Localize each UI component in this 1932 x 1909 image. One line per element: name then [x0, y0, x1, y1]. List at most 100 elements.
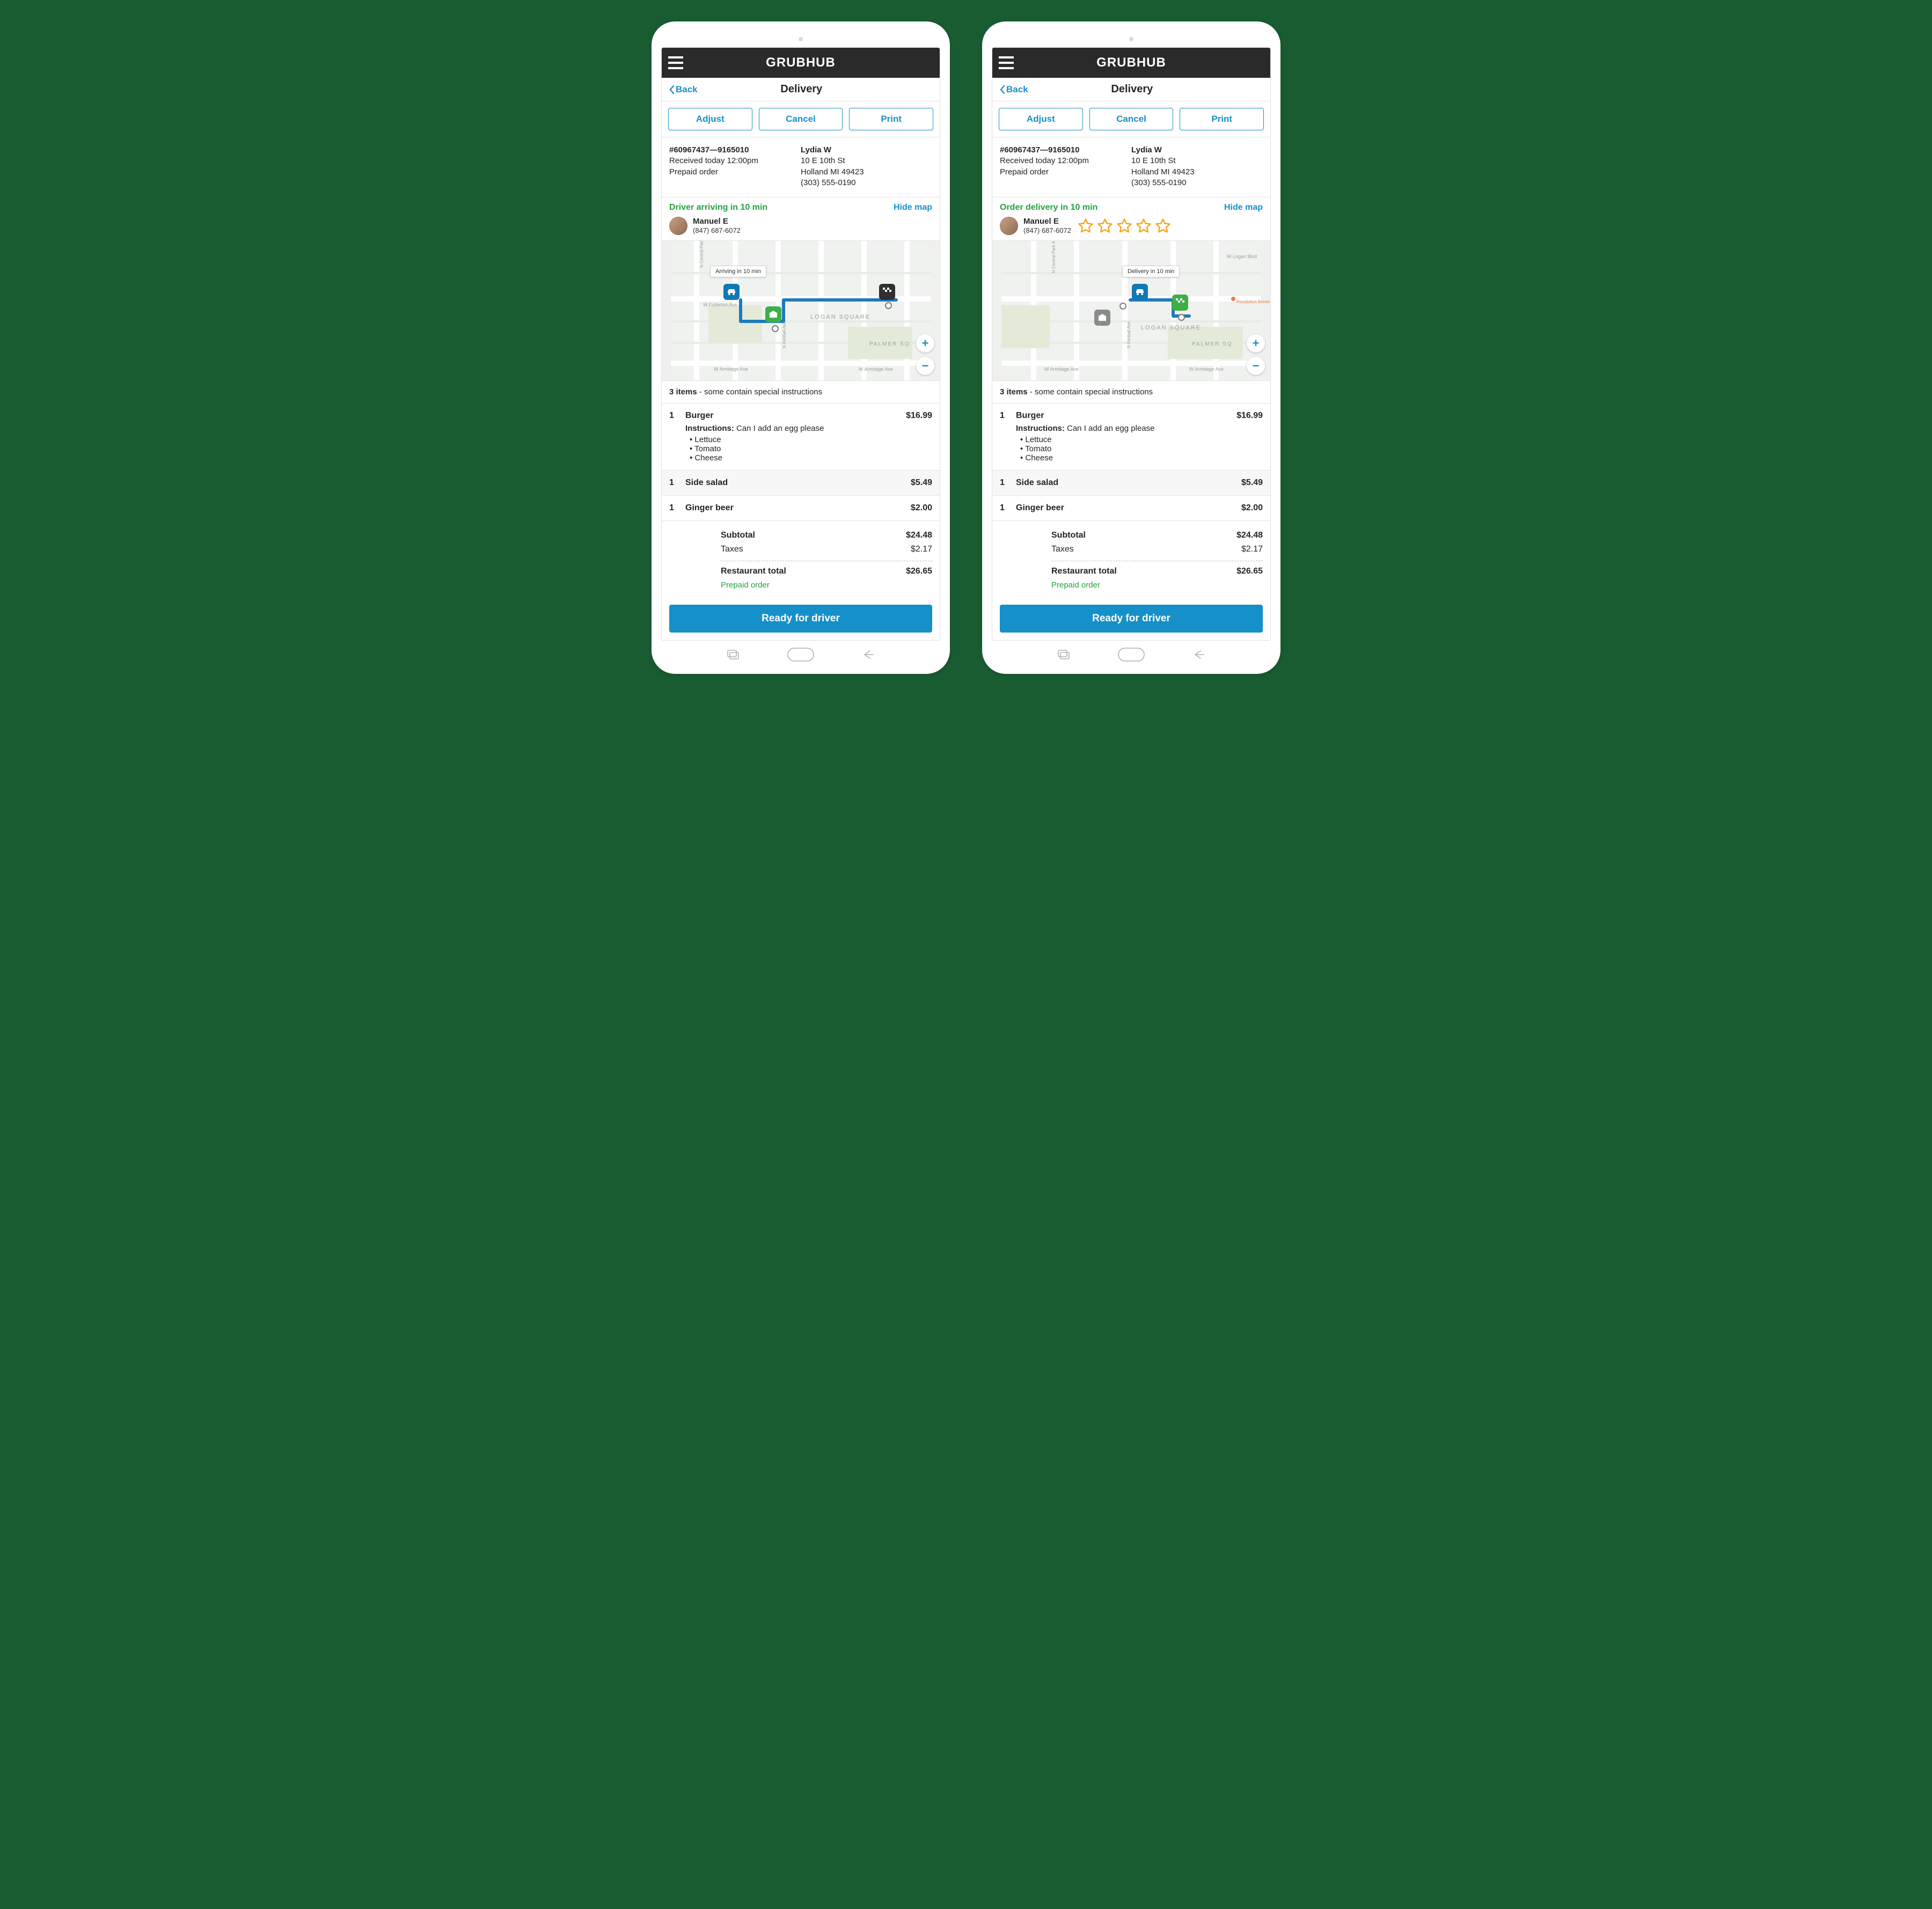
action-row: Adjust Cancel Print	[992, 101, 1270, 137]
subtotal-value: $24.48	[1236, 531, 1263, 540]
item-qty: 1	[1000, 503, 1016, 513]
hide-map-link[interactable]: Hide map	[1224, 203, 1263, 212]
star-icon[interactable]	[1155, 218, 1171, 234]
svg-text:N Central Park Ave: N Central Park Ave	[1051, 241, 1056, 273]
svg-text:Revolution Brewing: Revolution Brewing	[1236, 299, 1270, 304]
item-option: Lettuce	[690, 435, 906, 444]
home-icon[interactable]	[787, 648, 814, 662]
prepaid-note: Prepaid order	[721, 581, 932, 590]
route-dot	[885, 302, 892, 309]
item-qty: 1	[1000, 411, 1016, 462]
action-row: Adjust Cancel Print	[662, 101, 940, 137]
item-row: 1 Ginger beer $2.00	[992, 496, 1270, 521]
items-count: 3 items	[669, 387, 697, 397]
address-line1: 10 E 10th St	[801, 156, 932, 166]
svg-text:LOGAN SQUARE: LOGAN SQUARE	[810, 314, 870, 320]
print-button[interactable]: Print	[1180, 108, 1264, 130]
phone-left: GRUBHUB Back Delivery Adjust Cancel Prin…	[652, 21, 950, 674]
restaurant-total-value: $26.65	[1236, 567, 1263, 576]
screen-left: GRUBHUB Back Delivery Adjust Cancel Prin…	[661, 47, 940, 641]
zoom-in-button[interactable]: +	[916, 334, 934, 353]
item-row: 1 Side salad $5.49	[992, 471, 1270, 496]
car-marker-icon	[1132, 284, 1148, 300]
customer-phone: (303) 555-0190	[1131, 178, 1263, 188]
item-name: Burger	[685, 411, 906, 421]
item-row: 1 Side salad $5.49	[662, 471, 940, 496]
svg-text:N Kimball Ave: N Kimball Ave	[1126, 321, 1131, 348]
taxes-label: Taxes	[1051, 545, 1074, 554]
rating-stars[interactable]	[1078, 218, 1171, 234]
recents-icon[interactable]	[727, 650, 739, 659]
cancel-button[interactable]: Cancel	[1089, 108, 1174, 130]
phone-speaker	[661, 31, 940, 47]
adjust-button[interactable]: Adjust	[668, 108, 752, 130]
status-row: Order delivery in 10 min Hide map	[992, 197, 1270, 216]
item-price: $2.00	[911, 503, 932, 513]
customer-name: Lydia W	[801, 145, 932, 156]
taxes-value: $2.17	[911, 545, 932, 554]
route-dot	[1119, 303, 1126, 310]
print-button[interactable]: Print	[849, 108, 933, 130]
home-icon[interactable]	[1118, 648, 1145, 662]
driver-name: Manuel E	[1023, 217, 1071, 226]
order-header: #60967437—9165010 Received today 12:00pm…	[662, 137, 940, 197]
svg-text:W Armitage Ave: W Armitage Ave	[714, 366, 748, 372]
map-tooltip: Delivery in 10 min	[1122, 266, 1180, 277]
instructions-label: Instructions:	[1016, 424, 1065, 433]
ready-for-driver-button[interactable]: Ready for driver	[669, 605, 932, 633]
svg-text:N Central Park Ave: N Central Park Ave	[699, 241, 704, 268]
route-dot	[772, 325, 779, 332]
driver-avatar	[1000, 217, 1018, 235]
ready-for-driver-button[interactable]: Ready for driver	[1000, 605, 1263, 633]
item-row: 1 Ginger beer $2.00	[662, 496, 940, 521]
item-qty: 1	[1000, 478, 1016, 488]
back-icon[interactable]	[1193, 650, 1205, 659]
cancel-button[interactable]: Cancel	[759, 108, 843, 130]
item-name: Ginger beer	[1016, 503, 1241, 513]
app-header: GRUBHUB	[992, 48, 1270, 78]
hide-map-link[interactable]: Hide map	[894, 203, 932, 212]
page-subheader: Back Delivery	[992, 78, 1270, 101]
map-zoom-controls: + −	[1247, 334, 1265, 375]
star-icon[interactable]	[1136, 218, 1152, 234]
subtotal-value: $24.48	[906, 531, 932, 540]
prepaid-note: Prepaid order	[1051, 581, 1263, 590]
zoom-out-button[interactable]: −	[1247, 357, 1265, 375]
car-marker-icon	[723, 284, 740, 300]
menu-icon[interactable]	[999, 56, 1014, 69]
item-option: Cheese	[690, 453, 906, 462]
svg-text:N Kimball Ave: N Kimball Ave	[782, 321, 787, 348]
items-header: 3 items - some contain special instructi…	[992, 381, 1270, 403]
item-option: Tomato	[690, 444, 906, 453]
adjust-button[interactable]: Adjust	[999, 108, 1083, 130]
back-icon[interactable]	[862, 650, 874, 659]
star-icon[interactable]	[1116, 218, 1132, 234]
driver-status: Driver arriving in 10 min	[669, 203, 767, 212]
restaurant-total-label: Restaurant total	[721, 567, 786, 576]
menu-icon[interactable]	[668, 56, 683, 69]
phone-right: GRUBHUB Back Delivery Adjust Cancel Prin…	[982, 21, 1280, 674]
delivery-status: Order delivery in 10 min	[1000, 203, 1097, 212]
svg-text:PALMER SQ: PALMER SQ	[869, 341, 910, 347]
item-price: $16.99	[906, 411, 932, 462]
star-icon[interactable]	[1078, 218, 1094, 234]
order-received: Received today 12:00pm	[1000, 156, 1131, 166]
map-panel[interactable]: LOGAN SQUARE PALMER SQ W Armitage Ave W …	[992, 240, 1270, 381]
item-option: Cheese	[1020, 453, 1236, 462]
map-panel[interactable]: W Fullerton Ave W Armitage Ave W Armitag…	[662, 240, 940, 381]
driver-phone: (847) 687-6072	[693, 226, 741, 235]
zoom-out-button[interactable]: −	[916, 357, 934, 375]
item-name: Side salad	[1016, 478, 1241, 488]
svg-text:PALMER SQ: PALMER SQ	[1192, 341, 1233, 347]
svg-text:W Logan Blvd: W Logan Blvd	[1227, 254, 1257, 259]
recents-icon[interactable]	[1058, 650, 1070, 659]
phone-speaker	[992, 31, 1271, 47]
brand-logo: GRUBHUB	[1014, 55, 1249, 70]
item-qty: 1	[669, 503, 685, 513]
zoom-in-button[interactable]: +	[1247, 334, 1265, 353]
order-id: #60967437—9165010	[669, 145, 801, 156]
star-icon[interactable]	[1097, 218, 1113, 234]
item-price: $5.49	[1241, 478, 1263, 488]
driver-name: Manuel E	[693, 217, 741, 226]
item-qty: 1	[669, 411, 685, 462]
